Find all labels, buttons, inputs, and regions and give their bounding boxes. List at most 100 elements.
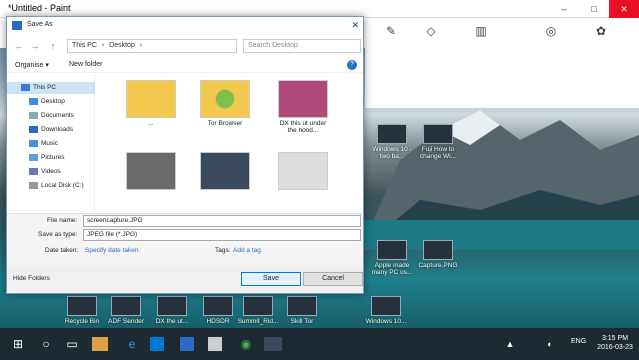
network-icon[interactable]: ▲ (500, 334, 520, 354)
desktop-icon[interactable]: Apple made many PC us... (370, 240, 414, 276)
nav-item-label: Pictures (41, 154, 65, 161)
minimize-button[interactable]: – (549, 0, 579, 18)
file-explorer-icon[interactable] (92, 337, 108, 351)
breadcrumb-separator: › (101, 42, 105, 49)
file-item[interactable] (197, 152, 253, 192)
nav-item-local-disk[interactable]: Local Disk (C:) (7, 180, 95, 192)
breadcrumb-item[interactable]: This PC (72, 42, 97, 49)
paint-canvas[interactable] (365, 48, 639, 108)
search-icon[interactable]: ○ (36, 334, 56, 354)
desktop-icon[interactable]: Capture.PNG (416, 240, 460, 269)
desktop-icon[interactable]: Skill Tor (280, 296, 324, 325)
up-icon[interactable]: ↑ (47, 40, 59, 52)
desktop-icon-label: Recycle Bin (64, 318, 100, 325)
organise-button[interactable]: Organise ▾ (15, 61, 49, 69)
nav-item-label: Music (41, 140, 58, 147)
desktop-icon-label: Skill Tor (290, 318, 314, 325)
icon-thumbnail (377, 124, 407, 144)
desktop-icon[interactable]: Windows 10 - two ba... (370, 124, 414, 160)
file-name: DX this ut under the hood... (279, 120, 327, 134)
desktop-icon[interactable]: ADF Sender (104, 296, 148, 325)
icon-thumbnail (203, 296, 233, 316)
icon-thumbnail (377, 240, 407, 260)
maximize-button[interactable]: □ (579, 0, 609, 18)
nav-item-label: Videos (41, 168, 61, 175)
downloads-icon (29, 125, 38, 133)
icon-thumbnail (423, 240, 453, 260)
file-item[interactable]: DX this ut under the hood... (275, 80, 331, 134)
save-button[interactable]: Save (241, 272, 301, 286)
start-icon[interactable]: ⊞ (8, 334, 28, 354)
desktop-icon-label: Summit_Rid... (237, 318, 279, 325)
save-as-type-select[interactable]: JPEG file (*.JPG) (83, 229, 361, 241)
file-name: ... (148, 120, 154, 127)
new-folder-button[interactable]: New folder (69, 61, 102, 68)
file-item[interactable] (123, 152, 179, 192)
file-item[interactable]: ... (123, 80, 179, 127)
edge-icon[interactable]: e (122, 334, 142, 354)
close-button[interactable]: ✕ (609, 0, 639, 18)
nav-item-documents[interactable]: Documents (7, 110, 95, 122)
save-as-dialog: Save As ✕ ← → ↑ This PC › Desktop › Sear… (6, 16, 364, 294)
nav-item-this-pc[interactable]: This PC (7, 82, 95, 94)
task-view-icon[interactable]: ▭ (62, 334, 82, 354)
nav-item-desktop[interactable]: Desktop (7, 96, 95, 108)
nav-item-pictures[interactable]: Pictures (7, 152, 95, 164)
recycle-bin-icon (67, 296, 97, 316)
videos-icon (29, 167, 38, 175)
nav-item-label: This PC (33, 84, 57, 91)
forward-icon[interactable]: → (29, 40, 41, 52)
photos-icon[interactable] (208, 337, 222, 351)
address-bar: ← → ↑ This PC › Desktop › Search Desktop (7, 37, 363, 55)
volume-icon[interactable]: ◐ (540, 334, 560, 354)
paint-task-icon[interactable] (264, 337, 282, 351)
navigation-pane: This PC Desktop Documents Downloads Musi… (7, 74, 95, 212)
language-indicator[interactable]: ENG (571, 338, 586, 345)
desktop-icon[interactable]: Recycle Bin (60, 296, 104, 325)
desktop-icon-label: Windows 10 - two ba... (372, 146, 412, 160)
file-item[interactable]: Tor Browser (197, 80, 253, 127)
shape-icon[interactable]: ◇ (420, 24, 442, 42)
nav-item-music[interactable]: Music (7, 138, 95, 150)
store-icon[interactable] (150, 337, 164, 351)
desktop-icon[interactable]: Fuji How to change Wi... (416, 124, 460, 160)
image-thumbnail (278, 80, 328, 118)
color-picker-icon[interactable]: ◎ (540, 24, 562, 42)
nav-item-label: Documents (41, 112, 74, 119)
hide-folders-toggle[interactable]: Hide Folders (13, 275, 50, 282)
music-icon (29, 139, 38, 147)
brush-icon[interactable]: ✎ (380, 24, 402, 42)
chrome-icon[interactable]: ◉ (236, 334, 256, 354)
desktop-icon[interactable]: HDSDR (196, 296, 240, 325)
drive-icon (29, 181, 38, 189)
search-input[interactable]: Search Desktop (243, 39, 361, 53)
fill-icon[interactable]: ▥ (470, 24, 492, 42)
save-form: File name: screencapture.JPG Save as typ… (7, 213, 363, 265)
breadcrumb-separator: › (139, 42, 143, 49)
desktop-icon-label: ADF Sender (108, 318, 144, 325)
icon-thumbnail (157, 296, 187, 316)
desktop-icon[interactable]: Windows 10... (364, 296, 408, 325)
filename-label: File name: (47, 217, 78, 224)
desktop-icon[interactable]: Summit_Rid... (236, 296, 280, 325)
help-icon[interactable]: ? (347, 60, 357, 70)
edit-colors-icon[interactable]: ✿ (590, 24, 612, 42)
tags-label: Tags: (215, 247, 231, 254)
mail-icon[interactable] (180, 337, 194, 351)
dialog-close-button[interactable]: ✕ (351, 20, 359, 31)
date-taken-input[interactable]: Specify date taken (85, 247, 138, 254)
cancel-button[interactable]: Cancel (303, 272, 363, 286)
breadcrumb[interactable]: This PC › Desktop › (67, 39, 237, 53)
nav-item-downloads[interactable]: Downloads (7, 124, 95, 136)
clock[interactable]: 3:15 PM 2016-03-23 (594, 334, 636, 352)
filename-input[interactable]: screencapture.JPG (83, 215, 361, 227)
tags-input[interactable]: Add a tag (233, 247, 261, 254)
desktop-icon[interactable]: DX the ut... (150, 296, 194, 325)
breadcrumb-item[interactable]: Desktop (109, 42, 135, 49)
nav-item-videos[interactable]: Videos (7, 166, 95, 178)
nav-item-label: Desktop (41, 98, 65, 105)
save-as-type-label: Save as type: (38, 231, 78, 238)
back-icon[interactable]: ← (13, 40, 25, 52)
icon-thumbnail (243, 296, 273, 316)
file-item[interactable] (275, 152, 331, 192)
